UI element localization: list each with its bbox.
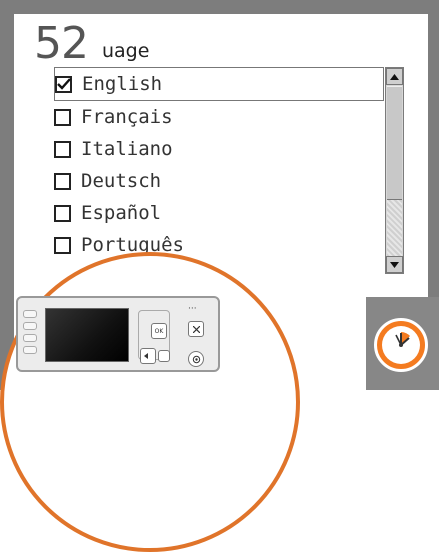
- cancel-button: [188, 321, 204, 337]
- checkbox[interactable]: [54, 236, 71, 254]
- checkbox[interactable]: [54, 172, 71, 190]
- scroll-thumb[interactable]: [387, 86, 402, 200]
- power-button: [188, 351, 204, 367]
- front-panel-illustration: OK ···: [16, 296, 220, 372]
- language-label: Español: [81, 202, 162, 224]
- clock-hands-icon: [395, 332, 410, 347]
- list-item-francais[interactable]: Français: [54, 101, 384, 133]
- list-item-english[interactable]: English: [54, 67, 384, 101]
- close-icon: [192, 325, 200, 333]
- indicator-light: [23, 322, 37, 330]
- clock-face: [382, 326, 420, 364]
- indicator-light: [23, 346, 37, 354]
- language-label: Italiano: [81, 138, 173, 160]
- ok-button: OK: [151, 323, 167, 339]
- panel-screen: [45, 308, 129, 362]
- arrow-up-icon: [390, 73, 399, 80]
- list-item-portugues[interactable]: Português: [54, 229, 384, 261]
- frame-right: [428, 0, 439, 300]
- menu-button: [158, 350, 170, 362]
- dialog-title: uage: [102, 40, 150, 62]
- arrow-down-icon: [390, 261, 399, 268]
- frame-left: [0, 0, 14, 390]
- language-list: English Français Italiano Deutsch Españo…: [54, 67, 384, 261]
- back-button: [140, 348, 156, 364]
- more-dots-icon: ···: [188, 304, 197, 314]
- language-label: Français: [81, 106, 173, 128]
- power-icon: [192, 355, 200, 363]
- indicator-light: [23, 334, 37, 342]
- check-icon: [57, 77, 71, 90]
- checkbox-checked[interactable]: [55, 75, 72, 93]
- back-icon: [144, 353, 148, 359]
- manual-page: 52 uage English Français Italiano Deutsc…: [0, 0, 439, 552]
- checkbox[interactable]: [54, 140, 71, 158]
- indicator-light: [23, 310, 37, 318]
- list-item-deutsch[interactable]: Deutsch: [54, 165, 384, 197]
- list-item-espanol[interactable]: Español: [54, 197, 384, 229]
- scrollbar[interactable]: [385, 67, 404, 274]
- scroll-up-button[interactable]: [386, 68, 403, 85]
- language-label: English: [82, 73, 163, 95]
- checkbox[interactable]: [54, 204, 71, 222]
- scroll-down-button[interactable]: [386, 256, 403, 273]
- list-item-italiano[interactable]: Italiano: [54, 133, 384, 165]
- frame-top: [0, 0, 439, 14]
- clock-icon: [374, 318, 428, 372]
- checkbox[interactable]: [54, 108, 71, 126]
- language-label: Deutsch: [81, 170, 162, 192]
- step-number: 52: [34, 18, 89, 69]
